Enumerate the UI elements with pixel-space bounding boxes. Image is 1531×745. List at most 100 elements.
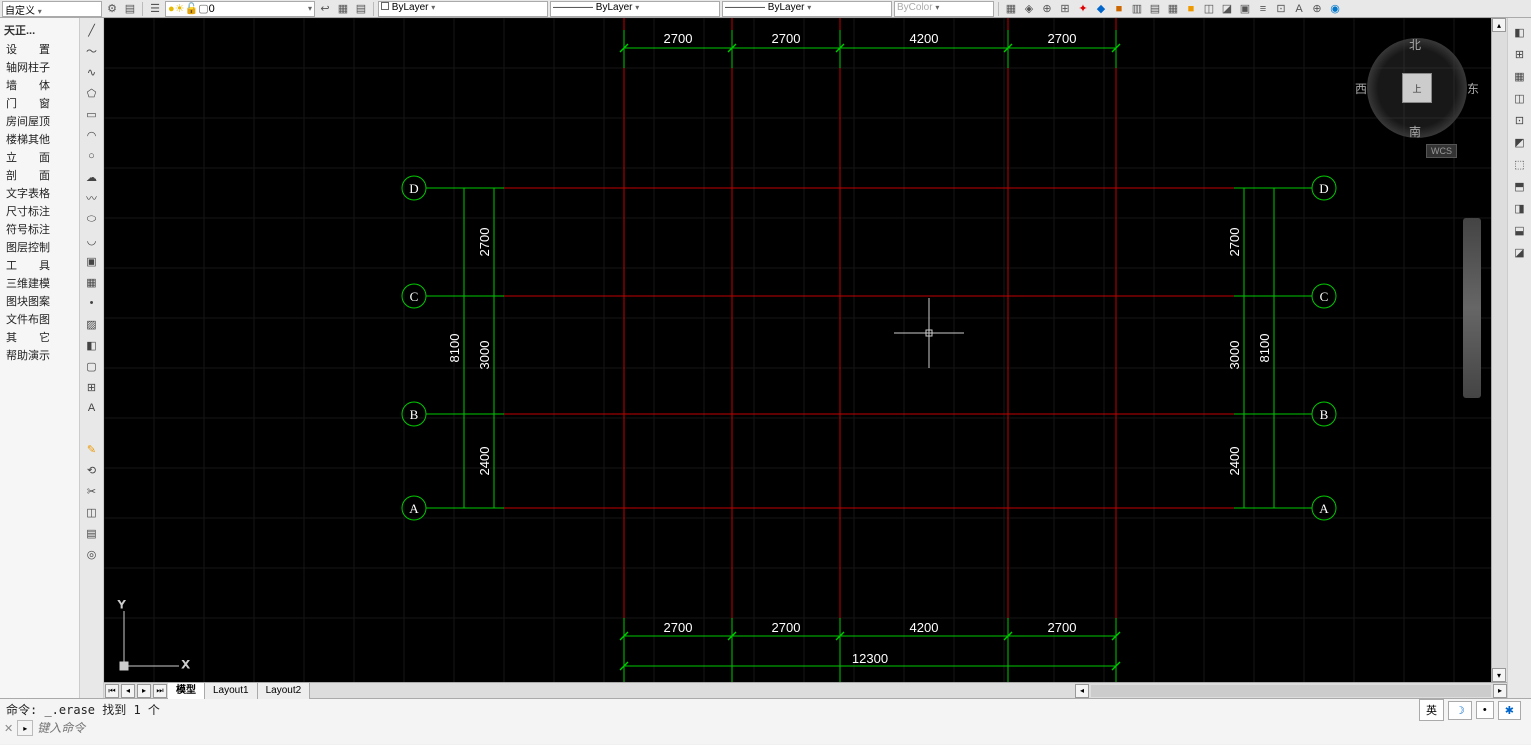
sidebar-item-9[interactable]: 尺寸标注 [0,202,79,220]
ribbon-icon-14[interactable]: ▣ [1237,1,1253,17]
right-tool-3[interactable]: ◫ [1510,88,1530,108]
make-block-icon[interactable]: ▦ [82,272,102,292]
ribbon-icon-10[interactable]: ▦ [1165,1,1181,17]
right-tool-1[interactable]: ⊞ [1510,44,1530,64]
sidebar-item-13[interactable]: 三维建模 [0,274,79,292]
arc-icon[interactable]: ◠ [82,125,102,145]
ime-lang-button[interactable]: 英 [1419,699,1444,721]
modify-tool-1[interactable]: ✎ [82,439,102,459]
table-icon[interactable]: ⊞ [82,377,102,397]
toolbar-icon-2[interactable]: ▤ [122,1,138,17]
sidebar-item-4[interactable]: 房间屋顶 [0,112,79,130]
ribbon-icon-5[interactable]: ✦ [1075,1,1091,17]
plot-style-combo[interactable]: ByColor ▾ [894,1,994,17]
sidebar-item-14[interactable]: 图块图案 [0,292,79,310]
modify-tool-3[interactable]: ✂ [82,481,102,501]
line-icon[interactable]: ╱ [82,20,102,40]
ribbon-icon-19[interactable]: ◉ [1327,1,1343,17]
right-tool-0[interactable]: ◧ [1510,22,1530,42]
workspace-combo[interactable]: 自定义 ▾ [2,1,102,17]
tab-prev-icon[interactable]: ◂ [121,684,135,698]
sidebar-item-15[interactable]: 文件布图 [0,310,79,328]
view-cube[interactable]: 上 北 南 西 东 WCS [1367,38,1467,138]
spline2-icon[interactable]: 〰 [82,188,102,208]
modify-tool-6[interactable]: ◎ [82,544,102,564]
ribbon-icon-1[interactable]: ▦ [1003,1,1019,17]
tab-next-icon[interactable]: ▸ [137,684,151,698]
sidebar-item-11[interactable]: 图层控制 [0,238,79,256]
ribbon-icon-15[interactable]: ≡ [1255,1,1271,17]
hscroll-left-icon[interactable]: ◂ [1075,684,1089,698]
right-tool-5[interactable]: ◩ [1510,132,1530,152]
linetype-combo[interactable]: ———— ByLayer ▾ [550,1,720,17]
model-space-canvas[interactable]: D C B A D C B A 2700 2700 4200 2700 2700… [104,18,1507,682]
toolbar-icon-1[interactable]: ⚙ [104,1,120,17]
tab-layout1[interactable]: Layout1 [205,683,258,699]
right-tool-6[interactable]: ⬚ [1510,154,1530,174]
ribbon-icon-17[interactable]: A [1291,1,1307,17]
spline-icon[interactable]: ∿ [82,62,102,82]
gradient-icon[interactable]: ◧ [82,335,102,355]
polygon-icon[interactable]: ⬠ [82,83,102,103]
point-icon[interactable]: • [82,293,102,313]
circle-icon[interactable]: ○ [82,146,102,166]
sidebar-item-0[interactable]: 设 置 [0,40,79,58]
ribbon-icon-16[interactable]: ⊡ [1273,1,1289,17]
polyline-icon[interactable]: 〜 [82,41,102,61]
modify-tool-4[interactable]: ◫ [82,502,102,522]
insert-block-icon[interactable]: ▣ [82,251,102,271]
right-tool-2[interactable]: ▦ [1510,66,1530,86]
ribbon-icon-7[interactable]: ■ [1111,1,1127,17]
right-tool-9[interactable]: ⬓ [1510,220,1530,240]
close-command-icon[interactable]: ✕ [4,722,13,735]
text-icon[interactable]: A [82,398,102,418]
rectangle-icon[interactable]: ▭ [82,104,102,124]
right-tool-4[interactable]: ⊡ [1510,110,1530,130]
sidebar-item-2[interactable]: 墙 体 [0,76,79,94]
right-tool-8[interactable]: ◨ [1510,198,1530,218]
ribbon-icon-3[interactable]: ⊕ [1039,1,1055,17]
sidebar-item-17[interactable]: 帮助演示 [0,346,79,364]
tab-first-icon[interactable]: ⏮ [105,684,119,698]
ribbon-icon-9[interactable]: ▤ [1147,1,1163,17]
right-tool-7[interactable]: ⬒ [1510,176,1530,196]
ribbon-icon-4[interactable]: ⊞ [1057,1,1073,17]
revcloud-icon[interactable]: ☁ [82,167,102,187]
hscroll-right-icon[interactable]: ▸ [1493,684,1507,698]
modify-tool-2[interactable]: ⟲ [82,460,102,480]
ellipse-icon[interactable]: ⬭ [82,209,102,229]
ribbon-icon-11[interactable]: ■ [1183,1,1199,17]
hatch-icon[interactable]: ▨ [82,314,102,334]
ribbon-icon-8[interactable]: ▥ [1129,1,1145,17]
right-tool-10[interactable]: ◪ [1510,242,1530,262]
ime-gear-icon[interactable]: ✱ [1498,701,1521,720]
navigation-bar[interactable] [1463,218,1481,398]
color-combo[interactable]: ByLayer ▾ [378,1,548,17]
command-input[interactable] [37,721,1527,735]
ellipse-arc-icon[interactable]: ◡ [82,230,102,250]
ribbon-icon-13[interactable]: ◪ [1219,1,1235,17]
layer-states-icon[interactable]: ☰ [147,1,163,17]
tab-last-icon[interactable]: ⏭ [153,684,167,698]
sidebar-item-5[interactable]: 楼梯其他 [0,130,79,148]
layer-icon-3[interactable]: ▤ [353,1,369,17]
command-prompt-icon[interactable]: ▸ [17,720,33,736]
tab-model[interactable]: 模型 [168,683,205,699]
region-icon[interactable]: ▢ [82,356,102,376]
ribbon-icon-12[interactable]: ◫ [1201,1,1217,17]
sidebar-item-7[interactable]: 剖 面 [0,166,79,184]
tab-layout2[interactable]: Layout2 [258,683,311,699]
sidebar-item-1[interactable]: 轴网柱子 [0,58,79,76]
lineweight-combo[interactable]: ———— ByLayer ▾ [722,1,892,17]
ribbon-icon-18[interactable]: ⊕ [1309,1,1325,17]
ribbon-icon-2[interactable]: ◈ [1021,1,1037,17]
ime-moon-icon[interactable]: ☽ [1448,701,1472,720]
layerprev-icon[interactable]: ↩ [317,1,333,17]
ime-dot-icon[interactable]: • [1476,701,1494,719]
sidebar-item-6[interactable]: 立 面 [0,148,79,166]
layer-icon-2[interactable]: ▦ [335,1,351,17]
sidebar-item-10[interactable]: 符号标注 [0,220,79,238]
sidebar-item-16[interactable]: 其 它 [0,328,79,346]
drawing-area[interactable]: D C B A D C B A 2700 2700 4200 2700 2700… [104,18,1507,698]
sidebar-item-8[interactable]: 文字表格 [0,184,79,202]
